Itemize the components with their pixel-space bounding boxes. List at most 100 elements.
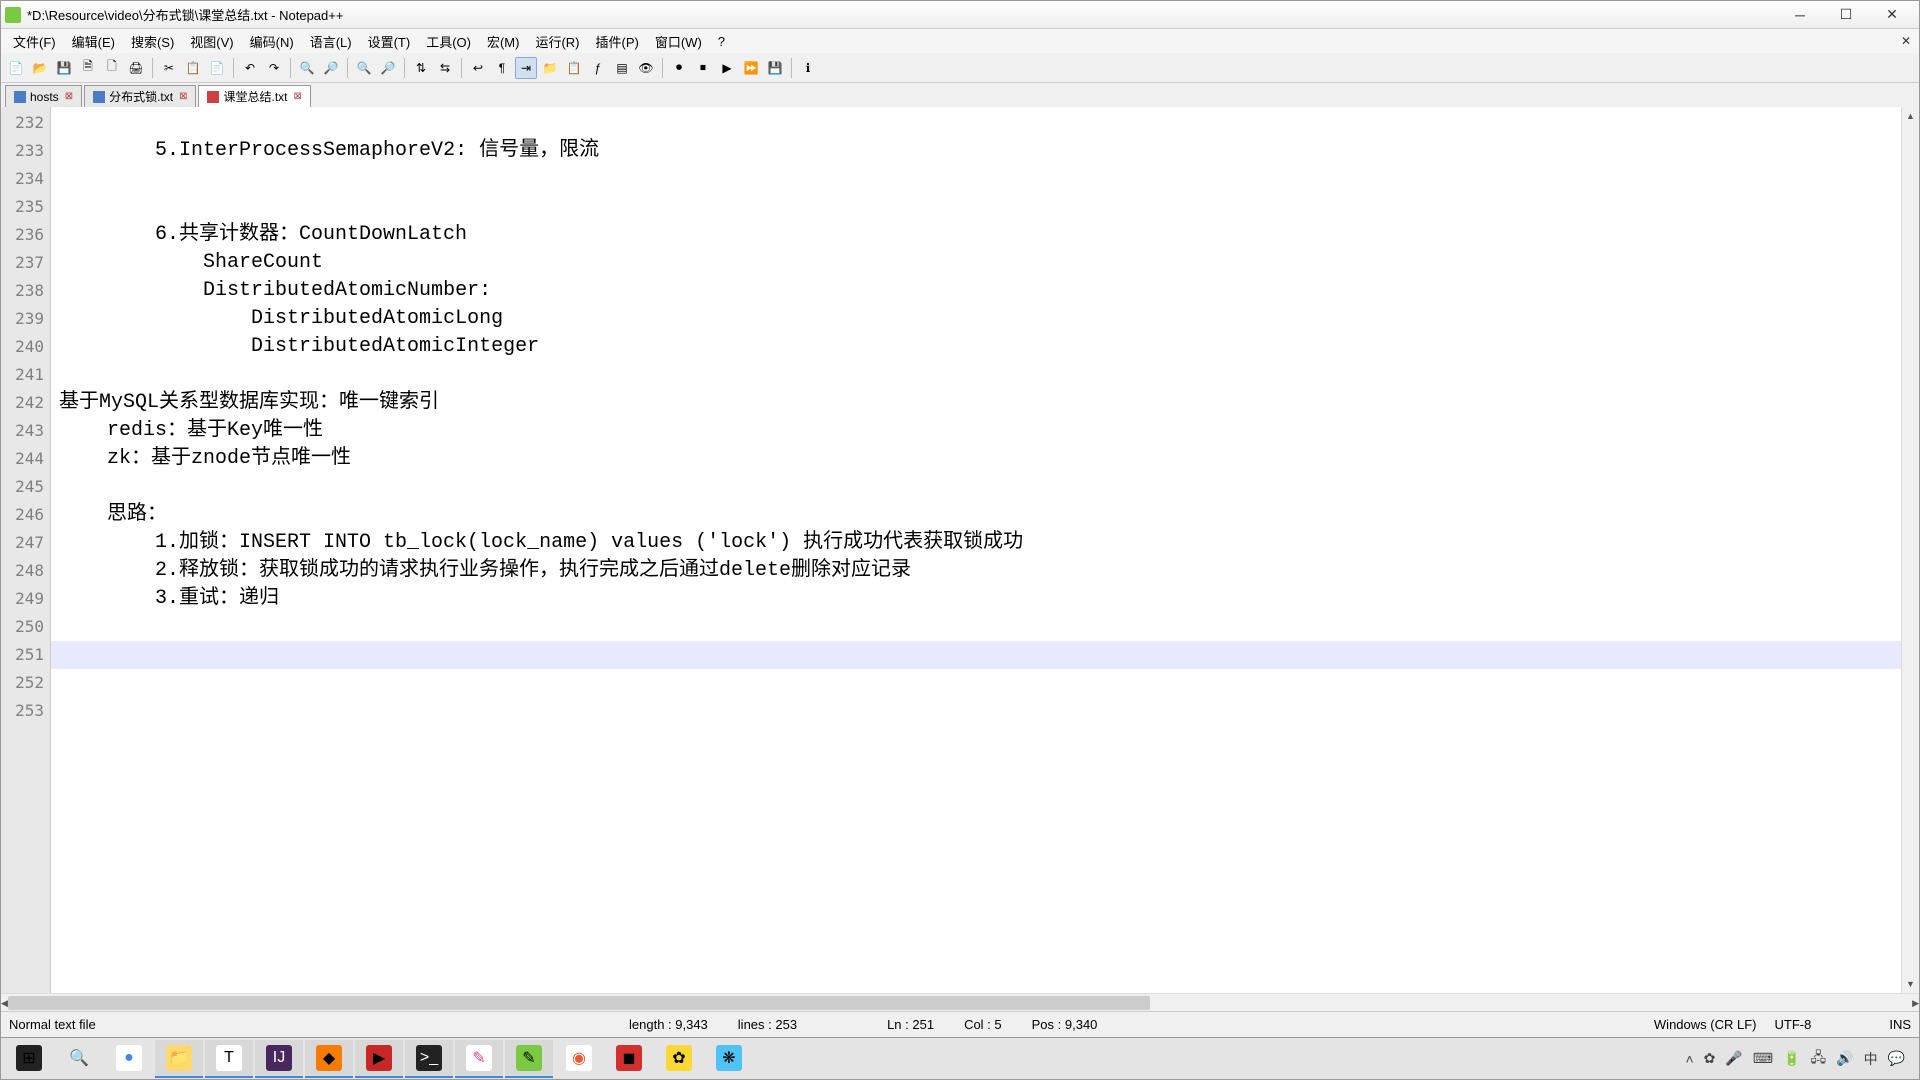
- cut-button[interactable]: ✂: [158, 57, 180, 79]
- taskbar-notepadpp[interactable]: ✎: [505, 1040, 553, 1078]
- editor-line[interactable]: 6.共享计数器：CountDownLatch: [51, 221, 1919, 249]
- vertical-scrollbar[interactable]: ▲ ▼: [1901, 107, 1919, 993]
- taskbar-app6[interactable]: ❋: [705, 1040, 753, 1078]
- minimize-button[interactable]: ─: [1777, 2, 1823, 28]
- taskbar-start[interactable]: ⊞: [5, 1040, 53, 1078]
- menu-[interactable]: ?: [710, 32, 733, 51]
- wordwrap-button[interactable]: ↩: [467, 57, 489, 79]
- editor-line[interactable]: 1.加锁：INSERT INTO tb_lock(lock_name) valu…: [51, 529, 1919, 557]
- mic-icon[interactable]: 🎤: [1725, 1050, 1742, 1067]
- menu-o[interactable]: 工具(O): [418, 30, 479, 53]
- taskbar-explorer[interactable]: 📁: [155, 1040, 203, 1078]
- menu-m[interactable]: 宏(M): [479, 30, 528, 53]
- save-button[interactable]: 💾: [53, 57, 75, 79]
- save-macro-button[interactable]: 💾: [764, 57, 786, 79]
- editor-line[interactable]: DistributedAtomicLong: [51, 305, 1919, 333]
- open-file-button[interactable]: 📂: [29, 57, 51, 79]
- new-file-button[interactable]: 📄: [5, 57, 27, 79]
- editor-line[interactable]: 基于MySQL关系型数据库实现：唯一键索引: [51, 389, 1919, 417]
- sync2-button[interactable]: ⇆: [434, 57, 456, 79]
- editor-line[interactable]: 5.InterProcessSemaphoreV2: 信号量，限流: [51, 137, 1919, 165]
- tab-close-icon[interactable]: ⊠: [179, 91, 187, 102]
- close-button[interactable]: ✕: [1869, 2, 1915, 28]
- redo-button[interactable]: ↷: [263, 57, 285, 79]
- editor-line[interactable]: [51, 473, 1919, 501]
- menu-l[interactable]: 语言(L): [302, 30, 360, 53]
- editor-line[interactable]: zk：基于znode节点唯一性: [51, 445, 1919, 473]
- menu-p[interactable]: 插件(P): [588, 30, 647, 53]
- copy-button[interactable]: 📋: [182, 57, 204, 79]
- taskbar-search[interactable]: 🔍: [55, 1040, 103, 1078]
- taskbar-terminal[interactable]: >_: [405, 1040, 453, 1078]
- editor-line[interactable]: [51, 669, 1919, 697]
- editor-line[interactable]: ShareCount: [51, 249, 1919, 277]
- network-icon[interactable]: 🖧: [1811, 1047, 1827, 1071]
- editor-line[interactable]: DistributedAtomicInteger: [51, 333, 1919, 361]
- battery-icon[interactable]: 🔋: [1783, 1050, 1800, 1067]
- editor-line[interactable]: [51, 361, 1919, 389]
- sync-button[interactable]: ⇅: [410, 57, 432, 79]
- undo-button[interactable]: ↶: [239, 57, 261, 79]
- hidden-chars-button[interactable]: ¶: [491, 57, 513, 79]
- taskbar-app5[interactable]: ✿: [655, 1040, 703, 1078]
- editor-line[interactable]: [51, 641, 1919, 669]
- tab-分布式锁-txt[interactable]: 分布式锁.txt⊠: [84, 85, 196, 107]
- ff-button[interactable]: ⏩: [740, 57, 762, 79]
- editor-line[interactable]: 3.重试：递归: [51, 585, 1919, 613]
- editor-line[interactable]: [51, 109, 1919, 137]
- record-button[interactable]: ⏺: [668, 57, 690, 79]
- print-button[interactable]: 🖨: [125, 57, 147, 79]
- editor-line[interactable]: [51, 165, 1919, 193]
- stop-button[interactable]: ⏹: [692, 57, 714, 79]
- find-button[interactable]: 🔍: [296, 57, 318, 79]
- scroll-down-arrow-icon[interactable]: ▼: [1902, 975, 1919, 993]
- editor-line[interactable]: redis：基于Key唯一性: [51, 417, 1919, 445]
- taskbar-app4[interactable]: ◼: [605, 1040, 653, 1078]
- menu-t[interactable]: 设置(T): [360, 30, 419, 53]
- taskbar-app2[interactable]: ▶: [355, 1040, 403, 1078]
- taskbar-ide[interactable]: IJ: [255, 1040, 303, 1078]
- editor-line[interactable]: DistributedAtomicNumber:: [51, 277, 1919, 305]
- lang-icon[interactable]: 中: [1864, 1049, 1878, 1069]
- menu-w[interactable]: 窗口(W): [647, 30, 710, 53]
- tab-课堂总结-txt[interactable]: 课堂总结.txt⊠: [198, 85, 310, 107]
- chevron-up-icon[interactable]: ˄: [1685, 1051, 1693, 1067]
- editor-line[interactable]: [51, 613, 1919, 641]
- func-button[interactable]: ƒ: [587, 57, 609, 79]
- replace-button[interactable]: 🔎: [320, 57, 342, 79]
- menu-s[interactable]: 搜索(S): [123, 30, 182, 53]
- taskbar-chrome[interactable]: ●: [105, 1040, 153, 1078]
- maximize-button[interactable]: ☐: [1823, 2, 1869, 28]
- paste-button[interactable]: 📄: [206, 57, 228, 79]
- volume-icon[interactable]: 🔊: [1836, 1050, 1853, 1067]
- editor-line[interactable]: 2.释放锁：获取锁成功的请求执行业务操作，执行完成之后通过delete删除对应记…: [51, 557, 1919, 585]
- save-all-button[interactable]: 🗎: [77, 57, 99, 79]
- doc-button[interactable]: 📋: [563, 57, 585, 79]
- editor[interactable]: 2322332342352362372382392402412422432442…: [1, 107, 1919, 993]
- taskbar-app1[interactable]: ◆: [305, 1040, 353, 1078]
- tab-close-icon[interactable]: ⊠: [294, 91, 302, 102]
- menu-f[interactable]: 文件(F): [5, 30, 64, 53]
- system-tray[interactable]: ˄✿🎤⌨🔋🖧🔊中💬: [1685, 1047, 1915, 1071]
- folder-button[interactable]: 📁: [539, 57, 561, 79]
- mdi-close-button[interactable]: ✕: [1901, 34, 1911, 48]
- menu-e[interactable]: 编辑(E): [64, 30, 123, 53]
- play-button[interactable]: ▶: [716, 57, 738, 79]
- taskbar-pen[interactable]: ✎: [455, 1040, 503, 1078]
- scroll-left-arrow-icon[interactable]: ◀: [1, 994, 8, 1012]
- notifications-icon[interactable]: 💬: [1888, 1050, 1905, 1067]
- tab-hosts[interactable]: hosts⊠: [5, 85, 82, 107]
- tab-close-icon[interactable]: ⊠: [65, 91, 73, 102]
- editor-line[interactable]: 思路：: [51, 501, 1919, 529]
- taskbar-app3[interactable]: ◉: [555, 1040, 603, 1078]
- editor-line[interactable]: [51, 697, 1919, 725]
- close-file-button[interactable]: 🗋: [101, 57, 123, 79]
- scrollbar-thumb[interactable]: [8, 996, 1150, 1010]
- ime-icon[interactable]: ⌨: [1753, 1050, 1773, 1067]
- menu-r[interactable]: 运行(R): [527, 30, 587, 53]
- horizontal-scrollbar[interactable]: ◀ ▶: [1, 993, 1919, 1011]
- map-button[interactable]: ▤: [611, 57, 633, 79]
- about-button[interactable]: ℹ: [797, 57, 819, 79]
- indent-button[interactable]: ⇥: [515, 57, 537, 79]
- zoom-out-button[interactable]: 🔎: [377, 57, 399, 79]
